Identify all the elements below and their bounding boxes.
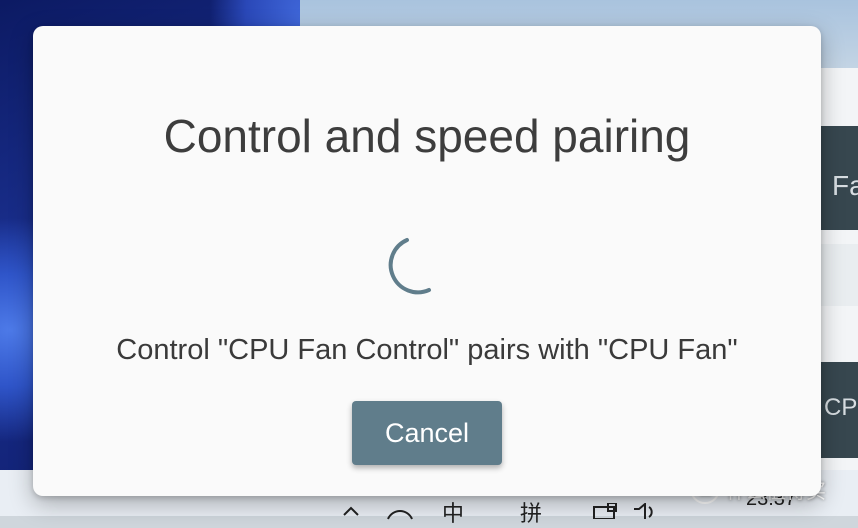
dialog-title: Control and speed pairing — [163, 110, 691, 162]
volume-icon[interactable] — [632, 500, 660, 525]
pairing-dialog: Control and speed pairing Control "CPU F… — [33, 26, 821, 496]
dialog-message: Control "CPU Fan Control" pairs with "CP… — [116, 334, 738, 366]
ime-input-indicator[interactable]: 拼 — [520, 496, 542, 528]
ime-mode-indicator[interactable]: 中 — [442, 496, 464, 528]
background-card-text: Fa — [832, 170, 858, 201]
cancel-button[interactable]: Cancel — [352, 401, 502, 465]
background-card-text: CP — [824, 394, 858, 421]
chevron-up-icon[interactable] — [342, 498, 360, 523]
loading-spinner-icon — [388, 238, 431, 295]
network-icon[interactable] — [592, 500, 620, 525]
wifi-icon[interactable] — [386, 502, 414, 527]
